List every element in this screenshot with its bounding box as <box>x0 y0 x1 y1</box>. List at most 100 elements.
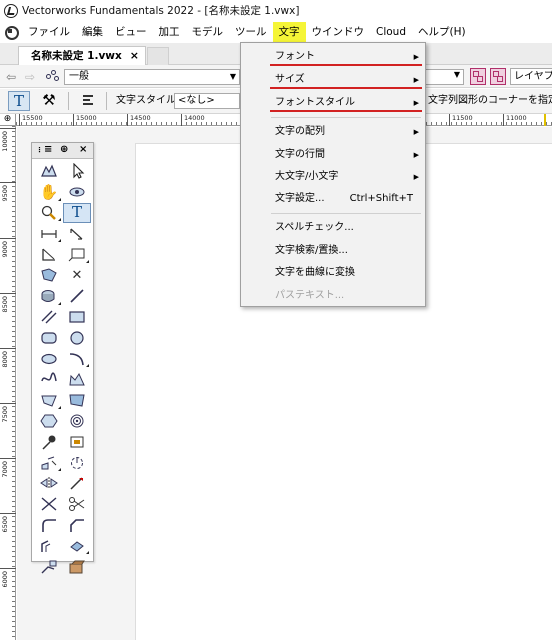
rounded-rectangle-tool-icon[interactable] <box>35 327 63 348</box>
menu-view[interactable]: ビュー <box>109 22 153 42</box>
menu-help[interactable]: ヘルプ(H) <box>412 22 472 42</box>
constrained-dimension-tool-icon[interactable] <box>63 223 91 244</box>
split-tool-icon[interactable] <box>63 473 91 494</box>
palette-pin-icon[interactable]: ⊕ <box>60 144 68 155</box>
scissors-tool-icon[interactable] <box>63 494 91 515</box>
menu-item-text-settings[interactable]: 文字設定... Ctrl+Shift+T <box>241 188 425 210</box>
menu-item-line-spacing[interactable]: 文字の行間 ▶ <box>241 144 425 166</box>
chamfer-tool-icon[interactable] <box>63 515 91 536</box>
rectangle-tool-icon[interactable] <box>63 307 91 328</box>
close-tab-icon[interactable]: × <box>130 47 139 65</box>
menu-tools[interactable]: ツール <box>229 22 273 42</box>
spiral-tool-icon[interactable] <box>63 411 91 432</box>
eyedropper-tool-icon[interactable] <box>35 431 63 452</box>
flyover-eye-tool-icon[interactable] <box>63 182 91 203</box>
attribute-mapping-tool-icon[interactable] <box>63 431 91 452</box>
callout-tool-icon[interactable] <box>35 244 63 265</box>
menu-item-case[interactable]: 大文字/小文字 ▶ <box>241 166 425 188</box>
highlight-underline <box>270 87 422 89</box>
text-tool-icon[interactable]: T <box>63 202 91 224</box>
align-text-icon[interactable] <box>80 93 96 109</box>
tape-measure-tool-icon[interactable] <box>63 535 91 556</box>
dimension-tool-icon[interactable] <box>35 223 63 244</box>
menu-file[interactable]: ファイル <box>22 22 76 42</box>
rotate-tool-icon[interactable] <box>63 452 91 473</box>
menu-item-label: パステキスト... <box>275 290 345 301</box>
chevron-down-icon: ▼ <box>229 72 236 81</box>
text-mode-button[interactable]: T <box>8 91 30 111</box>
menu-item-find-replace[interactable]: 文字検索/置換... <box>241 240 425 262</box>
connect-combine-tool-icon[interactable] <box>35 556 63 577</box>
menu-item-label: 文字設定... <box>275 193 325 204</box>
reshape-tool-icon[interactable] <box>35 473 63 494</box>
polyline-tool-icon[interactable] <box>63 369 91 390</box>
document-tab[interactable]: 名称未設定 1.vwx × <box>18 46 146 65</box>
layer-options-icon[interactable] <box>470 68 486 85</box>
class-icon[interactable] <box>46 70 60 82</box>
freehand-tool-icon[interactable] <box>35 369 63 390</box>
corner-label: 文字列図形のコーナーを指定 <box>428 95 552 106</box>
offset-tool-icon[interactable] <box>35 535 63 556</box>
ruler-tick: 11500 <box>449 114 473 126</box>
ruler-tick: 8500 <box>1 296 9 313</box>
selection-tool-icon[interactable] <box>63 161 91 182</box>
menu-window[interactable]: ウインドウ <box>306 22 371 42</box>
fillet-tool-icon[interactable] <box>35 515 63 536</box>
shape-3d-tool-icon[interactable] <box>35 265 63 286</box>
symbol-insertion-tool-icon[interactable] <box>63 556 91 577</box>
tool-grid: ✋ T ✕ <box>32 159 93 577</box>
menu-cloud[interactable]: Cloud <box>370 22 412 42</box>
vertical-ruler[interactable]: 10000 9500 9000 8500 8000 7500 7000 6500… <box>0 126 16 640</box>
back-arrow-icon[interactable]: ⇦ <box>6 70 16 84</box>
class-select-value: 一般 <box>69 71 89 82</box>
arc-tool-icon[interactable] <box>63 348 91 369</box>
flyover-tool-icon[interactable] <box>35 161 63 182</box>
ruler-origin-icon[interactable]: ⊕ <box>0 114 16 126</box>
regular-polygon-tool-icon[interactable] <box>35 411 63 432</box>
menu-item-label: フォントスタイル <box>275 97 355 108</box>
double-line-polygon-tool-icon[interactable] <box>63 390 91 411</box>
pan-tool-icon[interactable]: ✋ <box>35 182 63 203</box>
mirror-tool-icon[interactable] <box>35 452 63 473</box>
layer-name-field[interactable]: レイヤプレ <box>510 68 552 85</box>
submenu-arrow-icon: ▶ <box>413 128 419 136</box>
trim-tool-icon[interactable] <box>35 494 63 515</box>
clip-tool-icon[interactable] <box>35 286 63 307</box>
palette-header[interactable]: ⋮ ≡ ⊕ × <box>32 143 93 159</box>
menu-edit[interactable]: 編集 <box>76 22 109 42</box>
menu-item-label: 文字検索/置換... <box>275 245 348 256</box>
hammer-mode-button[interactable]: ⚒ <box>38 91 60 111</box>
ruler-tick: 15500 <box>19 114 43 126</box>
class-options-icon[interactable] <box>490 68 506 85</box>
text-style-select[interactable]: <なし> <box>174 93 240 109</box>
line-tool-icon[interactable] <box>63 286 91 307</box>
ruler-tick: 11000 <box>503 114 527 126</box>
menu-item-spell-check[interactable]: スペルチェック... <box>241 217 425 239</box>
window-title: Vectorworks Fundamentals 2022 - [名称未設定 1… <box>22 5 300 17</box>
menu-item-alignment[interactable]: 文字の配列 ▶ <box>241 121 425 143</box>
title-bar: Vectorworks Fundamentals 2022 - [名称未設定 1… <box>0 0 552 21</box>
highlight-underline <box>270 64 422 66</box>
new-tab-button[interactable] <box>147 47 169 65</box>
polygon-tool-icon[interactable] <box>35 390 63 411</box>
layer-select[interactable]: ▼ <box>424 69 464 85</box>
ruler-tick: 14000 <box>181 114 205 126</box>
circle-tool-icon[interactable] <box>63 327 91 348</box>
oval-tool-icon[interactable] <box>35 348 63 369</box>
zoom-tool-icon[interactable] <box>35 203 63 224</box>
menu-modify[interactable]: 加工 <box>153 22 186 42</box>
palette-menu-icon[interactable]: ≡ <box>44 144 52 155</box>
menu-item-path-text: パステキスト... <box>241 285 425 307</box>
note-tool-icon[interactable] <box>63 244 91 265</box>
menu-text[interactable]: 文字 <box>272 22 306 42</box>
menu-item-convert-to-curves[interactable]: 文字を曲線に変換 <box>241 262 425 284</box>
menu-item-label: サイズ <box>275 74 305 85</box>
double-line-tool-icon[interactable] <box>35 307 63 328</box>
ruler-tick: 9500 <box>1 185 9 202</box>
delete-tool-icon[interactable]: ✕ <box>63 265 91 286</box>
class-select[interactable]: 一般 ▼ <box>64 69 240 85</box>
menu-model[interactable]: モデル <box>186 22 230 42</box>
document-menu-icon[interactable] <box>4 25 19 40</box>
palette-close-icon[interactable]: × <box>79 144 87 155</box>
forward-arrow-icon[interactable]: ⇨ <box>25 70 35 84</box>
